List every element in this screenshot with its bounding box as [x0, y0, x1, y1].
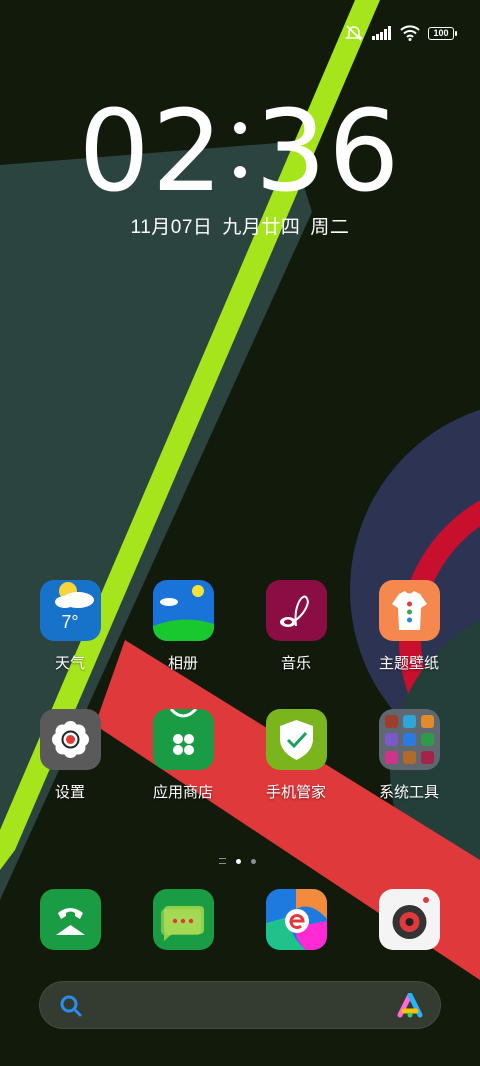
browser-icon [265, 889, 327, 950]
dock-phone[interactable] [20, 889, 120, 950]
system-tools-folder [378, 709, 440, 770]
date-weekday: 周二 [310, 217, 350, 238]
app-label: 主题壁纸 [378, 655, 439, 672]
app-label: 系统工具 [378, 784, 439, 801]
page-dot-active [236, 858, 241, 864]
search-bar[interactable] [39, 981, 441, 1029]
page-indicator[interactable] [0, 856, 480, 867]
clock-hours: 02 [78, 87, 225, 217]
camera-icon [378, 889, 440, 950]
app-label: 音乐 [280, 655, 311, 672]
weather-icon: 7° [39, 580, 101, 641]
app-label: 设置 [54, 784, 85, 801]
dock-messages[interactable] [133, 889, 233, 950]
date-gregorian: 11月07日 [130, 217, 213, 238]
lock-clock[interactable]: 02 36 [0, 92, 480, 212]
weather-temp: 7° [61, 612, 79, 632]
phone-icon [39, 889, 101, 950]
themes-icon [378, 580, 440, 641]
dock-camera[interactable] [359, 889, 459, 950]
phone-manager-icon [265, 709, 327, 770]
date-lunar: 九月廿四 [222, 217, 301, 238]
dock-browser[interactable] [246, 889, 346, 950]
app-label: 相册 [167, 655, 198, 672]
app-store[interactable]: 应用商店 [133, 709, 233, 802]
status-bar: 100 [344, 18, 457, 48]
app-label: 手机管家 [265, 784, 326, 801]
app-music[interactable]: 音乐 [246, 580, 346, 673]
music-icon [265, 580, 327, 641]
app-weather[interactable]: 7° 天气 [20, 580, 120, 673]
gallery-icon [152, 580, 214, 641]
messages-icon [152, 889, 214, 950]
clock-separator [231, 118, 249, 182]
clock-minutes: 36 [255, 87, 402, 217]
app-settings[interactable]: 设置 [20, 709, 120, 802]
assistant-icon[interactable] [396, 993, 424, 1019]
app-label: 天气 [54, 655, 85, 672]
battery-icon: 100 [428, 26, 457, 40]
wifi-icon [400, 25, 420, 41]
app-phone-manager[interactable]: 手机管家 [246, 709, 346, 802]
settings-icon [39, 709, 101, 770]
app-store-icon [152, 709, 214, 770]
silent-icon [345, 25, 363, 41]
page-list-icon [219, 858, 226, 865]
search-icon [60, 995, 82, 1017]
date-line[interactable]: 11月07日 九月廿四 周二 [0, 212, 480, 239]
app-themes[interactable]: 主题壁纸 [359, 580, 459, 673]
app-gallery[interactable]: 相册 [133, 580, 233, 673]
app-label: 应用商店 [152, 784, 213, 801]
signal-icon [372, 26, 391, 40]
app-system-tools[interactable]: 系统工具 [359, 709, 459, 802]
page-dot [251, 858, 256, 864]
